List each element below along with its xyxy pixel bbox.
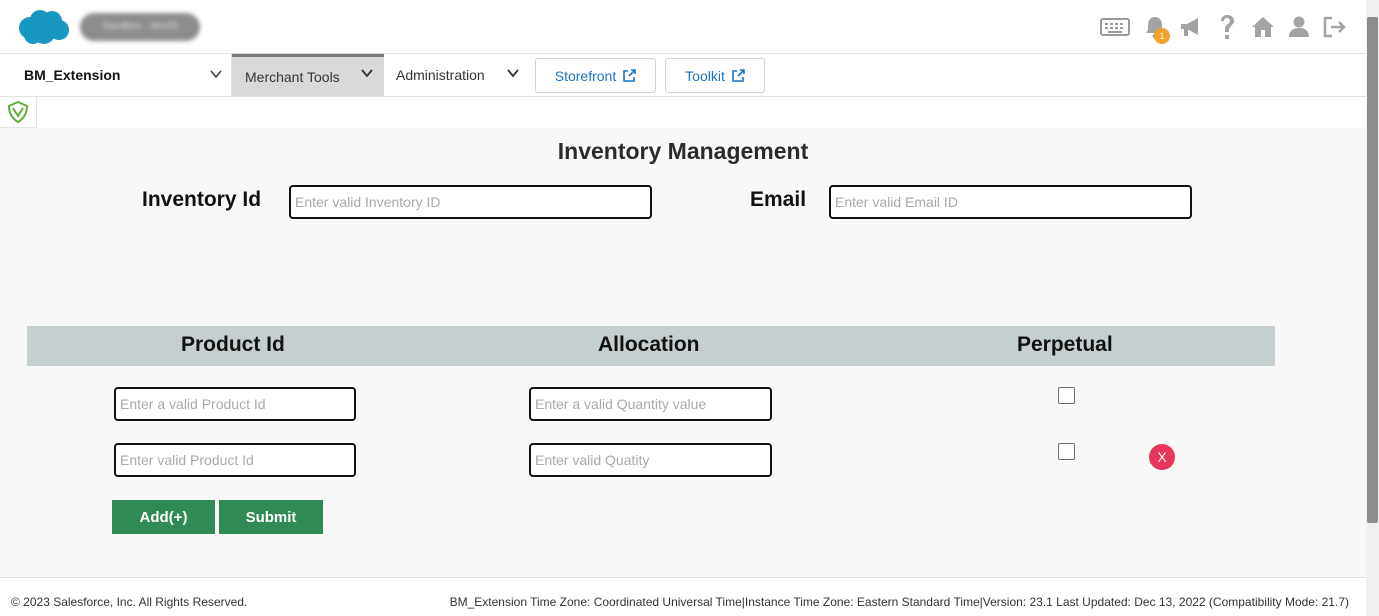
allocation-input[interactable] [529,443,772,477]
remove-row-button[interactable]: X [1149,444,1175,470]
site-selector[interactable]: BM_Extension [16,54,232,96]
storefront-link[interactable]: Storefront [535,58,656,93]
merchant-tools-menu[interactable]: Merchant Tools [232,54,384,96]
allocation-grid-header: Product Id Allocation Perpetual [27,326,1275,366]
column-header-product-id: Product Id [181,333,285,356]
main-navigation: BM_Extension Merchant Tools Administrati… [0,54,1366,97]
submit-button[interactable]: Submit [219,500,323,534]
vertical-scrollbar[interactable] [1366,0,1379,616]
product-id-input[interactable] [114,443,356,477]
allocation-input[interactable] [529,387,772,421]
site-selector-label: BM_Extension [24,67,121,83]
user-icon[interactable] [1286,14,1312,40]
page-title: Inventory Management [557,138,809,164]
scrollbar-thumb[interactable] [1367,17,1378,523]
footer: © 2023 Salesforce, Inc. All Rights Reser… [0,577,1366,616]
chevron-down-icon [210,70,222,79]
product-id-input[interactable] [114,387,356,421]
storefront-label: Storefront [554,67,617,84]
shield-icon [7,101,29,123]
top-header: Sandbox · dev05 1 [0,0,1366,54]
bell-icon[interactable]: 1 [1142,14,1170,44]
chevron-down-icon [507,69,519,78]
inventory-id-input[interactable] [289,185,652,219]
help-icon[interactable] [1214,14,1240,40]
add-row-button[interactable]: Add(+) [112,500,215,534]
email-label: Email [750,188,807,211]
email-input[interactable] [829,185,1192,219]
version-info: BM_Extension Time Zone: Coordinated Univ… [449,595,1349,609]
external-link-icon [732,68,745,82]
chevron-down-icon [361,69,373,78]
merchant-tools-label: Merchant Tools [245,68,340,85]
keyboard-icon[interactable] [1098,14,1132,40]
logout-icon[interactable] [1322,14,1348,40]
column-header-allocation: Allocation [598,333,700,356]
toolkit-link[interactable]: Toolkit [665,58,765,93]
megaphone-icon[interactable] [1178,14,1204,40]
org-name-badge: Sandbox · dev05 [80,13,200,41]
administration-menu[interactable]: Administration [384,54,530,96]
perpetual-checkbox[interactable] [1058,387,1075,404]
administration-label: Administration [396,67,485,83]
perpetual-checkbox[interactable] [1058,443,1075,460]
copyright-text: © 2023 Salesforce, Inc. All Rights Reser… [11,595,248,609]
header-icons: 1 [1098,10,1348,44]
inventory-id-label: Inventory Id [142,188,262,211]
column-header-perpetual: Perpetual [1017,333,1113,356]
toolkit-label: Toolkit [685,67,725,84]
notification-count-badge: 1 [1154,28,1170,44]
inventory-form: Inventory Management Inventory Id Email … [0,128,1366,577]
page: Sandbox · dev05 1 BM_Extension Merchant … [0,0,1379,616]
home-icon[interactable] [1250,14,1276,40]
external-link-icon [623,68,637,82]
salesforce-cloud-icon[interactable] [16,8,70,46]
extension-shield-button[interactable] [0,97,37,128]
